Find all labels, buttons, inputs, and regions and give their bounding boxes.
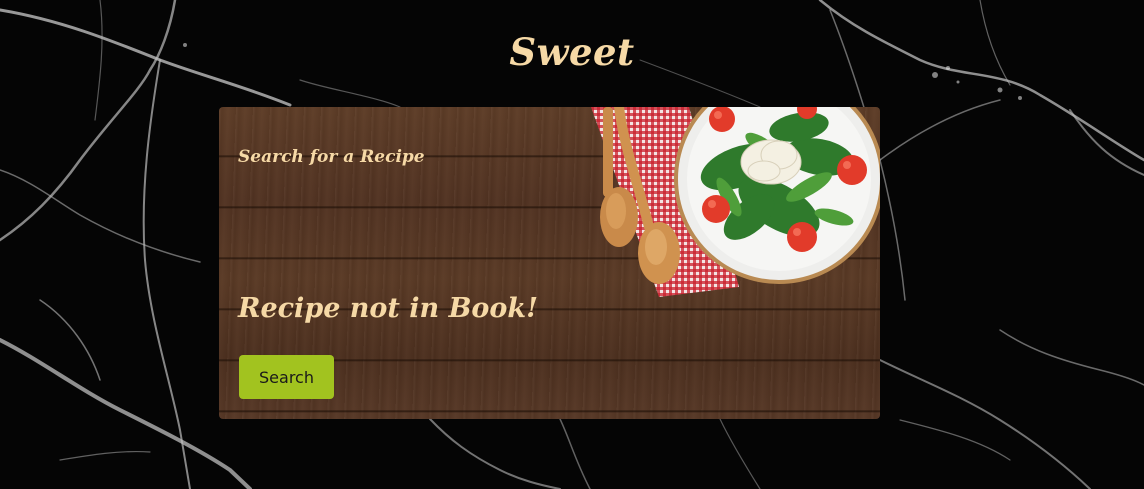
search-heading: Search for a Recipe xyxy=(238,147,425,167)
search-button[interactable]: Search xyxy=(239,355,334,399)
recipe-not-found-message: Recipe not in Book! xyxy=(238,293,538,324)
site-title: Sweet xyxy=(509,30,635,74)
cheese xyxy=(740,139,802,185)
recipe-search-card: Search for a Recipe Recipe not in Book! … xyxy=(219,107,880,419)
